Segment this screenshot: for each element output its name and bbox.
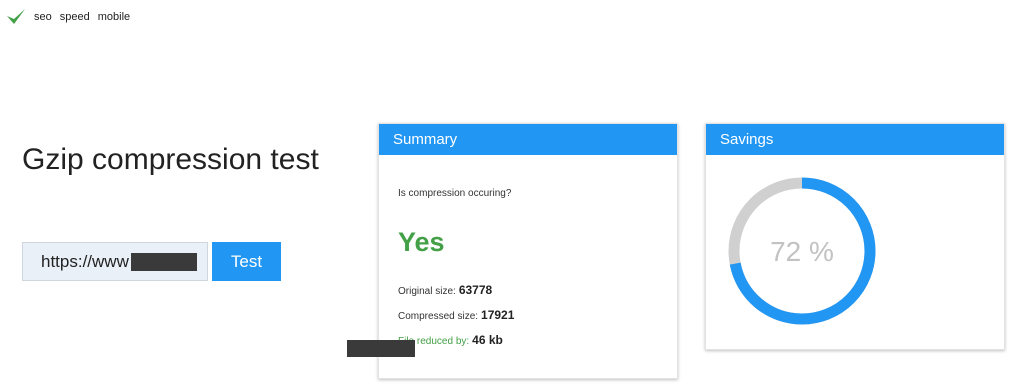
checkmark-icon[interactable] [6, 8, 26, 26]
reduced-label: reduced by: [416, 336, 470, 347]
original-size-label: Original size: [398, 286, 456, 297]
top-nav: seo speed mobile [6, 7, 138, 27]
compressed-size-row: Compressed size: 17921 [398, 308, 514, 322]
original-size-row: Original size: 63778 [398, 283, 492, 297]
reduced-value: 46 kb [472, 333, 503, 347]
compression-answer: Yes [398, 227, 445, 257]
nav-link-mobile[interactable]: mobile [98, 11, 130, 23]
page-title: Gzip compression test [22, 143, 319, 176]
compressed-size-label: Compressed size: [398, 311, 479, 322]
savings-percent: 72 % [770, 236, 834, 267]
savings-header: Savings [706, 124, 1004, 155]
savings-card: Savings 72 % [705, 123, 1005, 350]
test-button[interactable]: Test [212, 242, 281, 281]
compression-question: Is compression occuring? [398, 188, 512, 199]
nav-link-seo[interactable]: seo [34, 11, 52, 23]
summary-header: Summary [379, 124, 677, 155]
savings-donut: 72 % [728, 177, 876, 325]
redaction-bar [131, 253, 197, 271]
summary-card: Summary Is compression occuring? Yes Ori… [378, 123, 678, 379]
original-size-value: 63778 [458, 283, 493, 297]
compressed-size-value: 17921 [481, 308, 515, 322]
nav-link-speed[interactable]: speed [60, 11, 90, 23]
redaction-bar [347, 340, 415, 357]
